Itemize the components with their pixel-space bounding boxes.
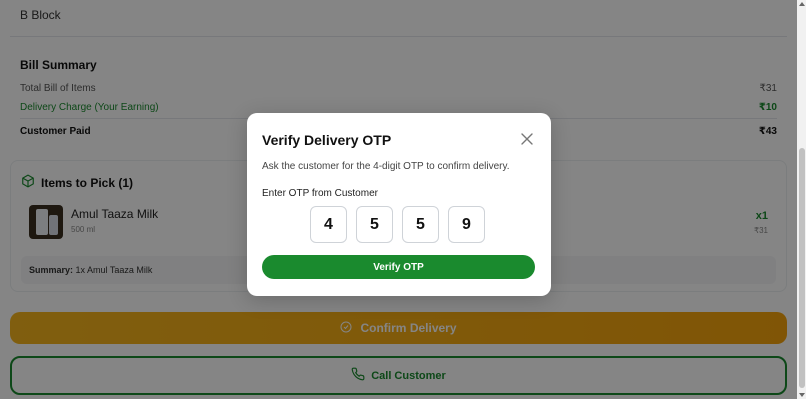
dialog-title: Verify Delivery OTP xyxy=(262,132,392,148)
scroll-up-arrow-icon[interactable] xyxy=(799,2,805,6)
scrollbar[interactable] xyxy=(797,0,806,399)
scrollbar-thumb[interactable] xyxy=(799,148,805,388)
verify-otp-dialog: Verify Delivery OTP Ask the customer for… xyxy=(247,113,551,296)
otp-digit-input-3[interactable]: 5 xyxy=(402,206,439,243)
dialog-description: Ask the customer for the 4-digit OTP to … xyxy=(262,161,510,172)
otp-label: Enter OTP from Customer xyxy=(262,188,378,199)
otp-digit-input-4[interactable]: 9 xyxy=(448,206,485,243)
verify-otp-button[interactable]: Verify OTP xyxy=(262,255,535,279)
close-icon[interactable] xyxy=(519,131,535,147)
otp-digit-input-1[interactable]: 4 xyxy=(310,206,347,243)
otp-input-group: 4 5 5 9 xyxy=(310,206,485,243)
scroll-down-arrow-icon[interactable] xyxy=(799,393,805,397)
otp-digit-input-2[interactable]: 5 xyxy=(356,206,393,243)
